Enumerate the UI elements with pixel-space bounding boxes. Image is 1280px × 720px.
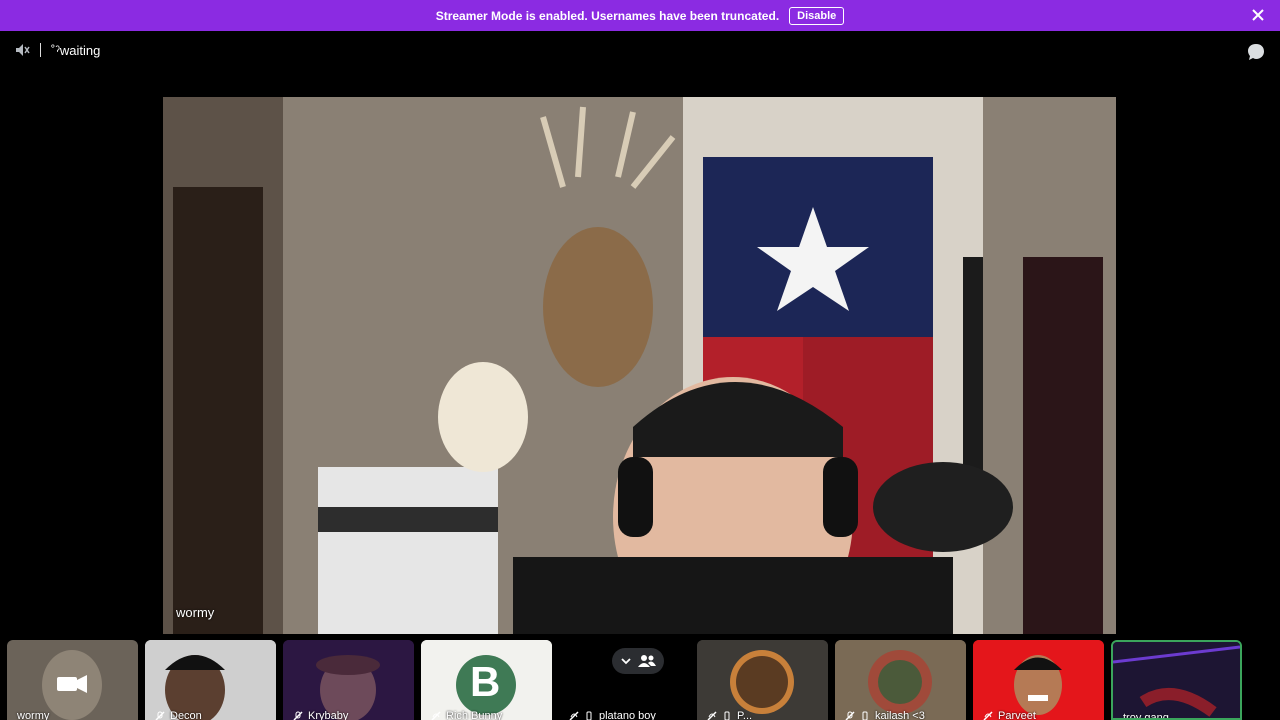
video-frame-image [163, 97, 1116, 634]
deafened-icon [983, 711, 993, 720]
streamer-mode-notice: Streamer Mode is enabled. Usernames have… [0, 0, 1280, 31]
participant-name: troy gang [1123, 712, 1169, 720]
close-icon[interactable] [1250, 7, 1266, 23]
chevron-down-icon [621, 658, 631, 665]
participant-tile[interactable]: Krybaby [283, 640, 414, 720]
participant-name: Decon [170, 710, 202, 720]
participant-avatar [835, 640, 966, 720]
participant-tile[interactable]: B Rich Bunny [421, 640, 552, 720]
divider [40, 43, 41, 57]
chat-icon[interactable] [1246, 42, 1266, 62]
main-video-feed[interactable]: wormy [163, 97, 1116, 634]
participant-video [283, 640, 414, 720]
header-left: ˚ˀwaiting [14, 42, 100, 58]
people-icon [638, 655, 656, 667]
mic-muted-icon [155, 711, 165, 720]
participant-tile[interactable]: wormy [7, 640, 138, 720]
mic-muted-icon [845, 711, 855, 720]
participant-tile-speaking[interactable]: troy gang [1111, 640, 1242, 720]
deafened-icon [569, 711, 579, 720]
phone-icon [724, 711, 730, 720]
participant-video [1113, 642, 1240, 718]
phone-icon [586, 711, 592, 720]
header: ˚ˀwaiting [0, 31, 1280, 71]
deafened-icon [431, 711, 441, 720]
participant-tile[interactable]: Parveet [973, 640, 1104, 720]
participant-name: Rich Bunny [446, 710, 503, 720]
participant-avatar [973, 640, 1104, 720]
participant-tile[interactable]: kailash <3 [835, 640, 966, 720]
speaker-muted-icon[interactable] [14, 42, 30, 58]
participant-name: platano boy [599, 710, 656, 720]
participant-avatar [697, 640, 828, 720]
participant-name: wormy [17, 710, 50, 720]
mic-muted-icon [293, 711, 303, 720]
participants-toggle[interactable] [612, 648, 664, 674]
avatar-letter: B [470, 658, 501, 705]
participant-name: Parveet [998, 710, 1036, 720]
participant-tile[interactable]: Decon [145, 640, 276, 720]
participant-video [145, 640, 276, 720]
participant-video [42, 650, 102, 720]
channel-name: ˚ˀwaiting [51, 42, 101, 58]
participant-name: Krybaby [308, 710, 349, 720]
phone-icon [862, 711, 868, 720]
participant-name: P... [737, 710, 753, 720]
deafened-icon [707, 711, 717, 720]
participant-tile[interactable]: P... [697, 640, 828, 720]
disable-button[interactable]: Disable [789, 6, 845, 25]
speaker-name: wormy [176, 605, 215, 620]
notice-text: Streamer Mode is enabled. Usernames have… [435, 8, 780, 23]
participant-name: kailash <3 [875, 710, 925, 720]
